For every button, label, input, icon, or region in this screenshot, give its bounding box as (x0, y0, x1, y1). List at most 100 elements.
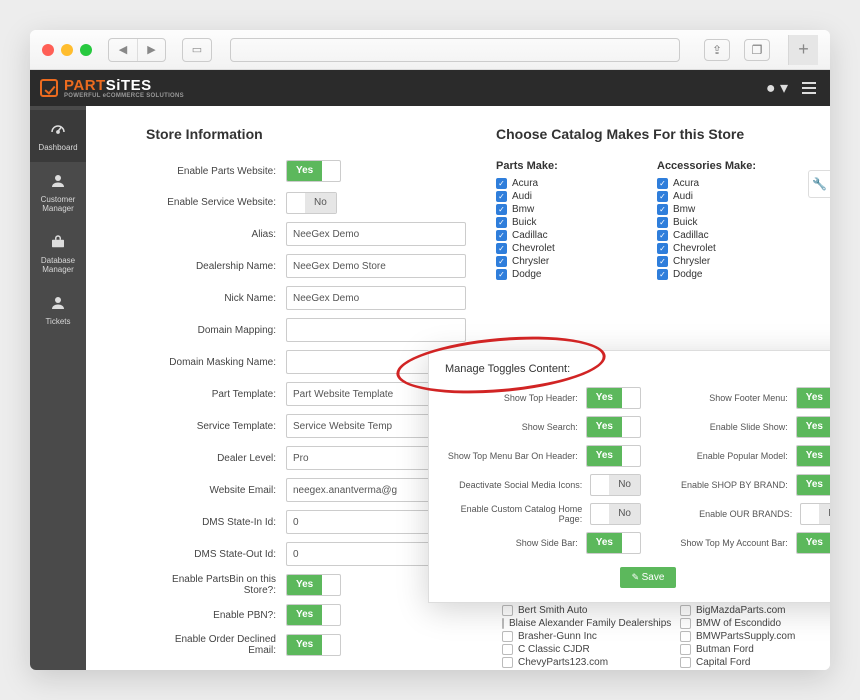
domain-mask-label: Domain Masking Name: (146, 357, 286, 368)
checkbox-icon[interactable] (502, 657, 513, 668)
checkbox-icon[interactable] (657, 204, 668, 215)
enable-service-toggle[interactable]: No (286, 192, 337, 214)
list-item[interactable]: BMW of Escondido (680, 618, 830, 629)
hamburger-icon[interactable] (802, 82, 816, 94)
toggle[interactable]: No (800, 503, 830, 525)
list-item[interactable]: ChevyParts123.com (502, 657, 662, 668)
make-item[interactable]: Acura (496, 178, 643, 189)
make-item[interactable]: Cadillac (496, 230, 643, 241)
new-tab-button[interactable]: + (788, 35, 818, 65)
toggle[interactable]: Yes (796, 532, 830, 554)
checkbox-icon[interactable] (657, 230, 668, 241)
list-item[interactable]: BMWPartsSupply.com (680, 631, 830, 642)
make-item[interactable]: Chevrolet (496, 243, 643, 254)
browser-chrome: ◀ ▶ ▭ ⇪ ❐ + (30, 30, 830, 70)
url-bar[interactable] (230, 38, 680, 62)
close-window-icon[interactable] (42, 44, 54, 56)
enable-pbn-label: Enable PBN?: (146, 610, 286, 621)
checkbox-icon[interactable] (680, 618, 691, 629)
toggle[interactable]: No (590, 503, 641, 525)
checkbox-icon[interactable] (680, 631, 691, 642)
checkbox-icon[interactable] (496, 217, 507, 228)
domain-mapping-input[interactable] (286, 318, 466, 342)
service-template-label: Service Template: (146, 421, 286, 432)
dealer-level-label: Dealer Level: (146, 453, 286, 464)
enable-partsbin-toggle[interactable]: Yes (286, 574, 341, 596)
checkbox-icon[interactable] (680, 657, 691, 668)
list-item[interactable]: Butman Ford (680, 644, 830, 655)
toggle[interactable]: Yes (796, 387, 830, 409)
maximize-window-icon[interactable] (80, 44, 92, 56)
sidebar-item-database-manager[interactable]: Database Manager (30, 223, 86, 284)
save-button[interactable]: Save (620, 567, 677, 588)
sidebar-item-tickets[interactable]: Tickets (30, 284, 86, 336)
toggle[interactable]: Yes (586, 445, 641, 467)
checkbox-icon[interactable] (657, 243, 668, 254)
checkbox-icon[interactable] (496, 191, 507, 202)
toggle[interactable]: Yes (586, 416, 641, 438)
make-item[interactable]: Acura (657, 178, 804, 189)
make-item[interactable]: Chrysler (657, 256, 804, 267)
list-item[interactable]: Bert Smith Auto (502, 605, 662, 616)
checkbox-icon[interactable] (496, 269, 507, 280)
share-icon[interactable]: ⇪ (704, 39, 730, 61)
settings-tab-icon[interactable]: 🔧 (808, 170, 830, 198)
make-item[interactable]: Chrysler (496, 256, 643, 267)
list-item[interactable]: Blaise Alexander Family Dealerships (502, 618, 662, 629)
alias-input[interactable] (286, 222, 466, 246)
make-item[interactable]: Audi (496, 191, 643, 202)
toggle[interactable]: No (590, 474, 641, 496)
enable-order-email-toggle[interactable]: Yes (286, 634, 341, 656)
user-menu-icon[interactable]: ● ▾ (766, 78, 788, 98)
make-item[interactable]: Audi (657, 191, 804, 202)
checkbox-icon[interactable] (657, 191, 668, 202)
toggle[interactable]: Yes (796, 445, 830, 467)
list-item[interactable]: BigMazdaParts.com (680, 605, 830, 616)
toggle-label: Show Side Bar: (445, 538, 586, 548)
checkbox-icon[interactable] (657, 217, 668, 228)
checkbox-icon[interactable] (496, 204, 507, 215)
make-item[interactable]: Cadillac (657, 230, 804, 241)
checkbox-icon[interactable] (502, 618, 504, 629)
make-item[interactable]: Dodge (657, 269, 804, 280)
checkbox-icon[interactable] (680, 605, 691, 616)
list-item[interactable]: Capital Ford (680, 657, 830, 668)
make-item[interactable]: Buick (496, 217, 643, 228)
nick-input[interactable] (286, 286, 466, 310)
dealership-input[interactable] (286, 254, 466, 278)
back-button[interactable]: ◀ (109, 39, 137, 61)
checkbox-icon[interactable] (496, 256, 507, 267)
toggle[interactable]: Yes (586, 387, 641, 409)
make-label: Audi (512, 191, 532, 202)
forward-button[interactable]: ▶ (137, 39, 165, 61)
checkbox-icon[interactable] (502, 605, 513, 616)
checkbox-icon[interactable] (496, 243, 507, 254)
checkbox-icon[interactable] (496, 230, 507, 241)
toggle[interactable]: Yes (796, 416, 830, 438)
enable-parts-toggle[interactable]: Yes (286, 160, 341, 182)
make-item[interactable]: Buick (657, 217, 804, 228)
sidebar-item-dashboard[interactable]: Dashboard (30, 110, 86, 162)
list-item[interactable]: C Classic CJDR (502, 644, 662, 655)
sidebar-icon[interactable]: ▭ (183, 39, 211, 61)
toggle-label: Enable OUR BRANDS: (655, 509, 800, 519)
list-item[interactable]: Brasher-Gunn Inc (502, 631, 662, 642)
sidebar-item-customer-manager[interactable]: Customer Manager (30, 162, 86, 223)
checkbox-icon[interactable] (680, 644, 691, 655)
make-item[interactable]: Dodge (496, 269, 643, 280)
make-item[interactable]: Bmw (496, 204, 643, 215)
enable-pbn-toggle[interactable]: Yes (286, 604, 341, 626)
make-item[interactable]: Bmw (657, 204, 804, 215)
checkbox-icon[interactable] (657, 269, 668, 280)
make-item[interactable]: Chevrolet (657, 243, 804, 254)
checkbox-icon[interactable] (502, 644, 513, 655)
minimize-window-icon[interactable] (61, 44, 73, 56)
checkbox-icon[interactable] (657, 256, 668, 267)
tabs-icon[interactable]: ❐ (744, 39, 770, 61)
checkbox-icon[interactable] (496, 178, 507, 189)
checkbox-icon[interactable] (657, 178, 668, 189)
toggle[interactable]: Yes (796, 474, 830, 496)
checkbox-icon[interactable] (502, 631, 513, 642)
toggle[interactable]: Yes (586, 532, 641, 554)
enable-order-email-label: Enable Order Declined Email: (146, 634, 286, 656)
